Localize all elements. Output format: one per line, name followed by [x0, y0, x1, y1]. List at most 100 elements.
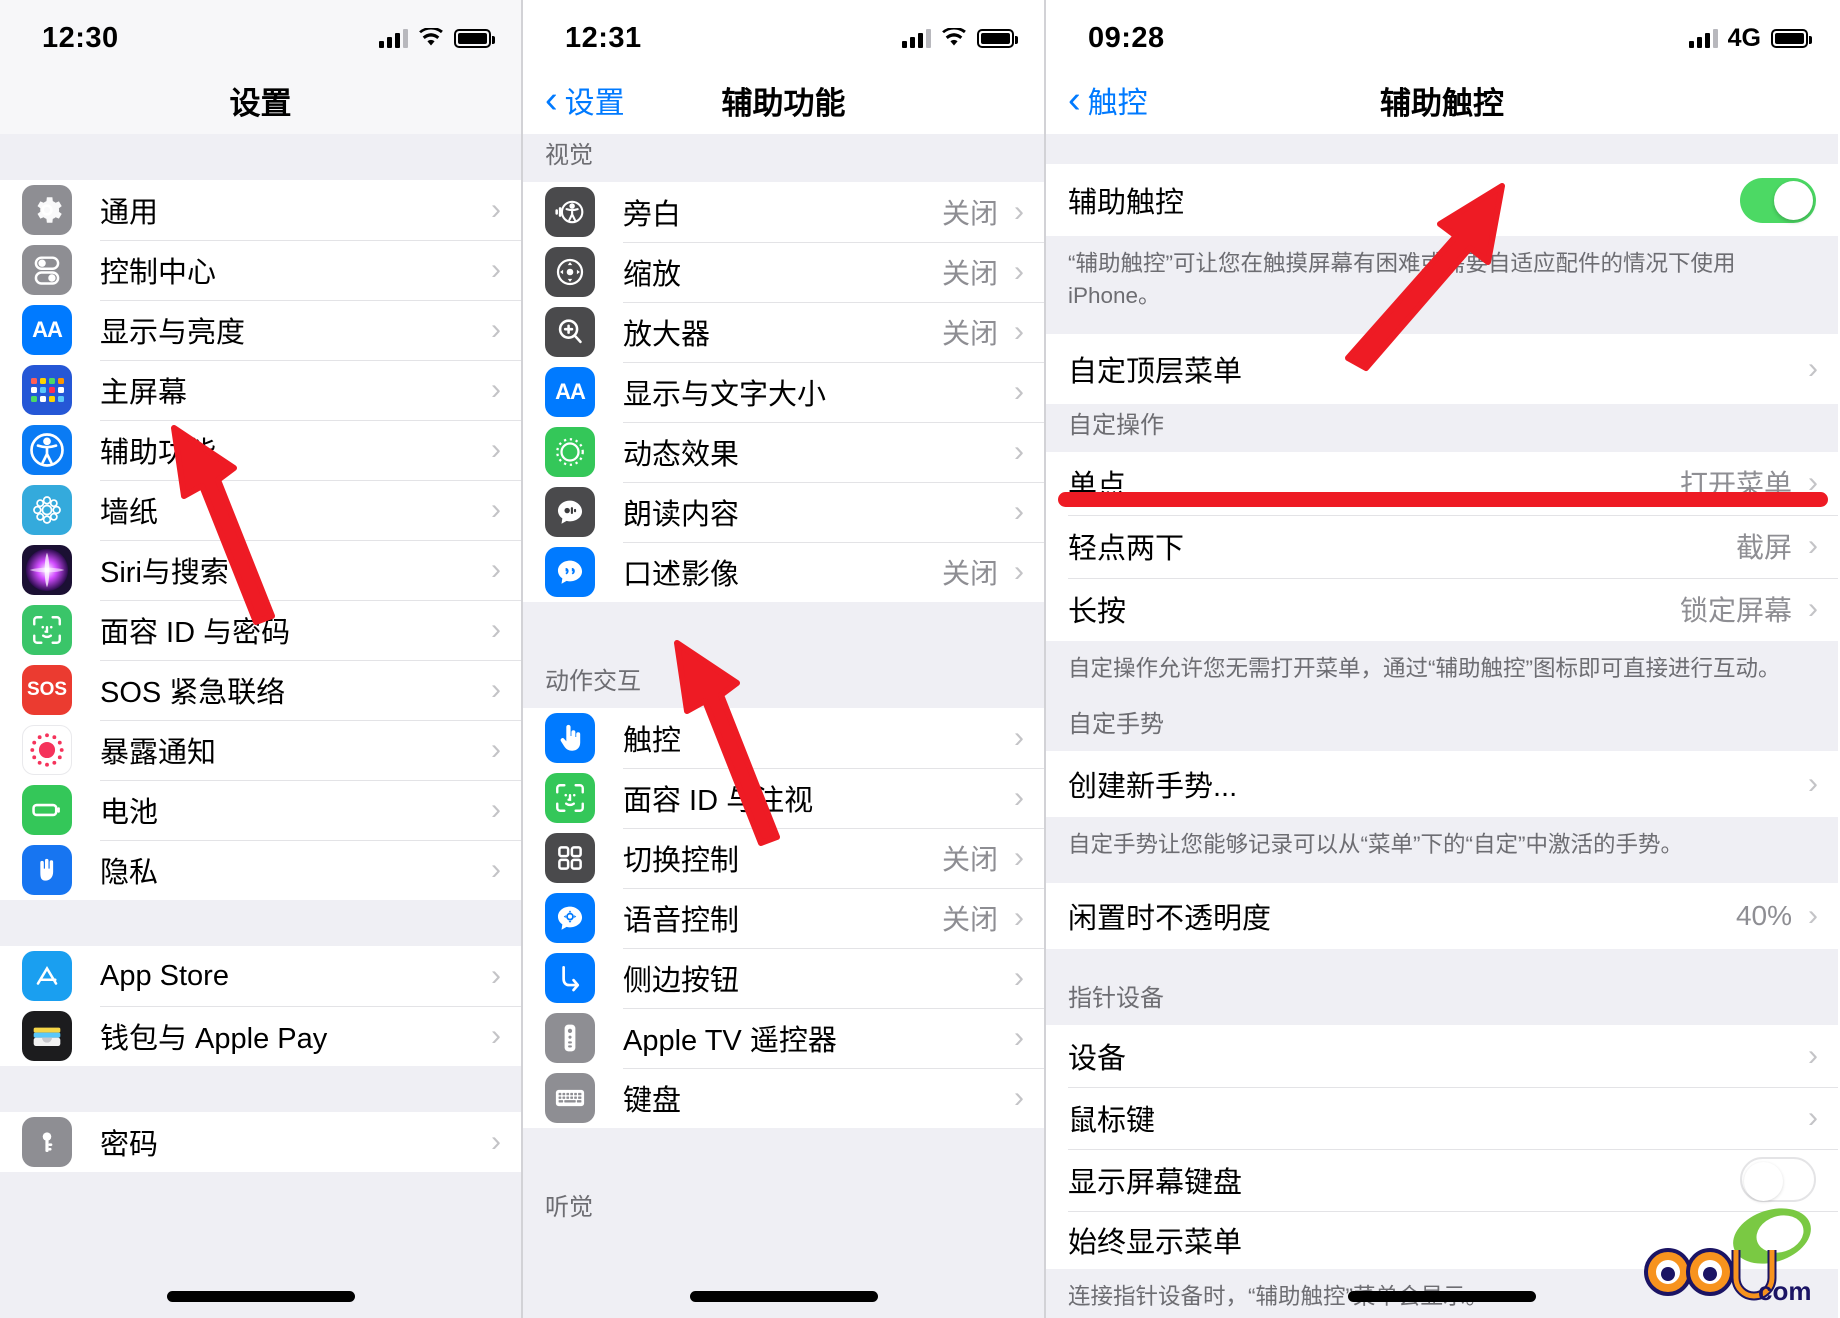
settings-row-label: 主屏幕: [100, 377, 188, 409]
settings-row-general[interactable]: 通用 ›: [0, 180, 521, 240]
accessibility-row-motion[interactable]: 动态效果 ›: [523, 422, 1044, 482]
row-assistive-touch[interactable]: 辅助触控: [1046, 164, 1838, 236]
onscreen-keyboard-switch[interactable]: [1740, 1157, 1816, 1203]
settings-row-label: 通用: [100, 197, 159, 229]
custom-gestures-footnote: 自定手势让您能够记录可以从“菜单”下的“自定”中激活的手势。: [1046, 816, 1838, 883]
settings-row-accessibility[interactable]: 辅助功能 ›: [0, 420, 521, 480]
row-label: 显示屏幕键盘: [1068, 1166, 1243, 1199]
chevron-left-icon: ‹: [1068, 78, 1081, 121]
chevron-right-icon: ›: [491, 613, 501, 646]
row-always-show-menu[interactable]: 始终显示菜单: [1046, 1210, 1838, 1269]
list-gap: [1046, 134, 1838, 164]
settings-group-2: App Store › 钱包与 Apple Pay ›: [0, 946, 521, 1066]
settings-row-app-store[interactable]: App Store ›: [0, 946, 521, 1006]
app-store-icon: [22, 951, 72, 1001]
row-double-tap[interactable]: 轻点两下 截屏 ›: [1046, 514, 1838, 578]
settings-row-home-screen[interactable]: 主屏幕 ›: [0, 360, 521, 420]
accessibility-row-side-button[interactable]: 侧边按钮 ›: [523, 948, 1044, 1008]
row-show-onscreen-keyboard[interactable]: 显示屏幕键盘: [1046, 1148, 1838, 1211]
accessibility-row-touch[interactable]: 触控 ›: [523, 708, 1044, 768]
siri-icon: [22, 545, 72, 595]
accessibility-row-display-text-size[interactable]: AA 显示与文字大小 ›: [523, 362, 1044, 422]
accessibility-row-keyboard[interactable]: 键盘 ›: [523, 1068, 1044, 1128]
accessibility-row-value: 关闭: [941, 318, 998, 349]
accessibility-row-audio-descriptions[interactable]: 口述影像 关闭 ›: [523, 542, 1044, 602]
settings-row-privacy[interactable]: 隐私 ›: [0, 840, 521, 900]
chevron-right-icon: ›: [1014, 961, 1024, 994]
voice-control-icon: [545, 893, 595, 943]
accessibility-row-apple-tv-remote[interactable]: Apple TV 遥控器 ›: [523, 1008, 1044, 1068]
home-indicator: [166, 1291, 355, 1302]
settings-row-label: 墙纸: [100, 497, 159, 529]
settings-row-display-brightness[interactable]: AA 显示与亮度 ›: [0, 300, 521, 360]
chevron-right-icon: ›: [491, 1125, 501, 1158]
chevron-right-icon: ›: [491, 1019, 501, 1052]
chevron-right-icon: ›: [1014, 1021, 1024, 1054]
accessibility-row-face-id-attention[interactable]: 面容 ID 与注视 ›: [523, 768, 1044, 828]
back-button-touch[interactable]: ‹ 触控: [1068, 78, 1148, 122]
settings-row-wallpaper[interactable]: 墙纸 ›: [0, 480, 521, 540]
accessibility-row-label: 口述影像: [623, 559, 740, 591]
accessibility-row-magnifier[interactable]: 放大器 关闭 ›: [523, 302, 1044, 362]
settings-row-exposure-notifications[interactable]: 暴露通知 ›: [0, 720, 521, 780]
touch-icon: [545, 713, 595, 763]
list-gap: [0, 1066, 521, 1112]
chevron-right-icon: ›: [1014, 435, 1024, 468]
chevron-right-icon: ›: [1014, 495, 1024, 528]
home-indicator: [1348, 1291, 1536, 1302]
custom-top-menu-group: 自定顶层菜单 ›: [1046, 333, 1838, 404]
chevron-right-icon: ›: [491, 673, 501, 706]
chevron-right-icon: ›: [1014, 901, 1024, 934]
settings-row-passwords[interactable]: 密码 ›: [0, 1112, 521, 1172]
battery-settings-icon: [22, 785, 72, 835]
settings-row-label: SOS 紧急联络: [100, 677, 286, 709]
row-mouse-keys[interactable]: 鼠标键 ›: [1046, 1086, 1838, 1149]
settings-row-face-id[interactable]: 面容 ID 与密码 ›: [0, 600, 521, 660]
chevron-right-icon: ›: [1808, 351, 1818, 385]
status-bar: 12:30: [0, 0, 521, 66]
face-id-attention-icon: [545, 773, 595, 823]
page-title: 设置: [229, 85, 292, 121]
settings-row-label: 控制中心: [100, 257, 217, 289]
chevron-left-icon: ‹: [545, 78, 558, 121]
status-indicators: [902, 28, 1018, 48]
accessibility-row-spoken-content[interactable]: 朗读内容 ›: [523, 482, 1044, 542]
back-button-settings[interactable]: ‹ 设置: [545, 78, 625, 122]
row-label: 辅助触控: [1068, 187, 1185, 219]
motion-icon: [545, 427, 595, 477]
settings-row-label: 密码: [100, 1129, 159, 1161]
control-center-icon: [22, 245, 72, 295]
row-idle-opacity[interactable]: 闲置时不透明度 40% ›: [1046, 882, 1838, 949]
settings-row-wallet[interactable]: 钱包与 Apple Pay ›: [0, 1006, 521, 1066]
settings-row-battery[interactable]: 电池 ›: [0, 780, 521, 840]
nav-bar: ‹ 触控 辅助触控: [1046, 66, 1838, 134]
row-devices[interactable]: 设备 ›: [1046, 1024, 1838, 1087]
row-label: 鼠标键: [1068, 1104, 1156, 1137]
assistive-touch-toggle-group: 辅助触控: [1046, 164, 1838, 236]
accessibility-row-value: 关闭: [941, 558, 998, 589]
settings-row-label: 暴露通知: [100, 737, 217, 769]
accessibility-row-label: 放大器: [623, 319, 711, 351]
status-time: 12:31: [565, 21, 642, 54]
wifi-icon: [418, 28, 444, 48]
row-create-new-gesture[interactable]: 创建新手势... ›: [1046, 750, 1838, 817]
row-long-press[interactable]: 长按 锁定屏幕 ›: [1046, 577, 1838, 641]
accessibility-row-switch-control[interactable]: 切换控制 关闭 ›: [523, 828, 1044, 888]
home-screen-icon: [22, 365, 72, 415]
display-brightness-icon: AA: [22, 305, 72, 355]
row-custom-top-menu[interactable]: 自定顶层菜单 ›: [1046, 333, 1838, 404]
accessibility-row-voiceover[interactable]: 旁白 关闭 ›: [523, 182, 1044, 242]
accessibility-row-voice-control[interactable]: 语音控制 关闭 ›: [523, 888, 1044, 948]
privacy-icon: [22, 845, 72, 895]
settings-row-emergency-sos[interactable]: SOS SOS 紧急联络 ›: [0, 660, 521, 720]
accessibility-row-zoom[interactable]: 缩放 关闭 ›: [523, 242, 1044, 302]
settings-group-1: 通用 › 控制中心 › AA 显示与亮度 › 主屏幕 › 辅助功能 › 墙纸 ›…: [0, 180, 521, 900]
settings-row-label: 面容 ID 与密码: [100, 617, 291, 649]
settings-row-control-center[interactable]: 控制中心 ›: [0, 240, 521, 300]
apple-tv-remote-icon: [545, 1013, 595, 1063]
settings-row-siri[interactable]: Siri与搜索 ›: [0, 540, 521, 600]
row-label: 设备: [1068, 1042, 1127, 1075]
assistive-touch-switch[interactable]: [1740, 177, 1816, 223]
section-header-pointer-devices: 指针设备: [1046, 978, 1838, 1025]
status-indicators: 4G: [1688, 24, 1812, 53]
